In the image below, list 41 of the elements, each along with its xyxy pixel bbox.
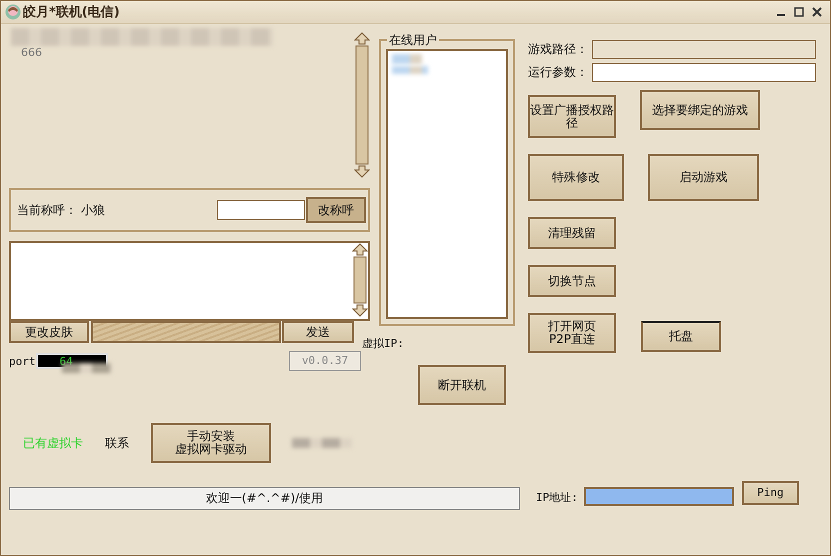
- action-button[interactable]: 清理残留: [528, 217, 616, 249]
- ip-field[interactable]: [584, 487, 734, 506]
- action-button[interactable]: 打开网页 P2P直连: [528, 313, 616, 353]
- action-button[interactable]: 特殊修改: [528, 154, 624, 201]
- disconnect-button[interactable]: 断开联机: [418, 365, 506, 405]
- message-input[interactable]: [9, 241, 370, 321]
- close-icon[interactable]: [812, 7, 822, 17]
- nickname-label: 当前称呼：: [17, 202, 77, 218]
- install-driver-button[interactable]: 手动安装 虚拟网卡驱动: [151, 423, 271, 463]
- redacted-area: [392, 66, 428, 74]
- chat-message: 666: [21, 46, 42, 59]
- redacted-area: [292, 438, 352, 448]
- rename-button[interactable]: 改称呼: [306, 197, 366, 223]
- window-title: 皎月*联机(电信): [23, 4, 120, 21]
- nickname-value: 小狼: [81, 202, 105, 218]
- port-label: port: [9, 354, 36, 368]
- maximize-icon[interactable]: [794, 7, 804, 17]
- user-list[interactable]: [386, 49, 508, 319]
- send-button[interactable]: 发送: [282, 321, 354, 343]
- action-button[interactable]: 启动游戏: [648, 154, 759, 201]
- action-button[interactable]: 托盘: [641, 321, 721, 352]
- app-icon: [5, 4, 21, 20]
- ip-label: IP地址:: [536, 490, 578, 505]
- scroll-bar[interactable]: [354, 32, 370, 178]
- port-field[interactable]: 64: [36, 353, 108, 369]
- ping-button[interactable]: Ping: [742, 481, 799, 505]
- redacted-area: [392, 54, 422, 64]
- run-args-label: 运行参数：: [528, 64, 589, 81]
- virtual-card-status: 已有虚拟卡: [23, 434, 83, 452]
- game-path-label: 游戏路径：: [528, 41, 589, 58]
- nickname-input[interactable]: [217, 200, 305, 220]
- action-button[interactable]: 切换节点: [528, 265, 616, 297]
- virtual-ip-label: 虚拟IP:: [362, 336, 405, 351]
- status-bar: 欢迎一(#^.^#)/使用: [9, 487, 520, 510]
- scroll-bar[interactable]: [352, 243, 368, 317]
- action-button[interactable]: 设置广播授权路径: [528, 95, 616, 138]
- contact-label: 联系: [105, 434, 129, 452]
- run-args-field[interactable]: [592, 63, 816, 82]
- action-button[interactable]: 选择要绑定的游戏: [640, 90, 760, 130]
- change-skin-button[interactable]: 更改皮肤: [9, 321, 89, 343]
- version-label: v0.0.37: [289, 351, 361, 371]
